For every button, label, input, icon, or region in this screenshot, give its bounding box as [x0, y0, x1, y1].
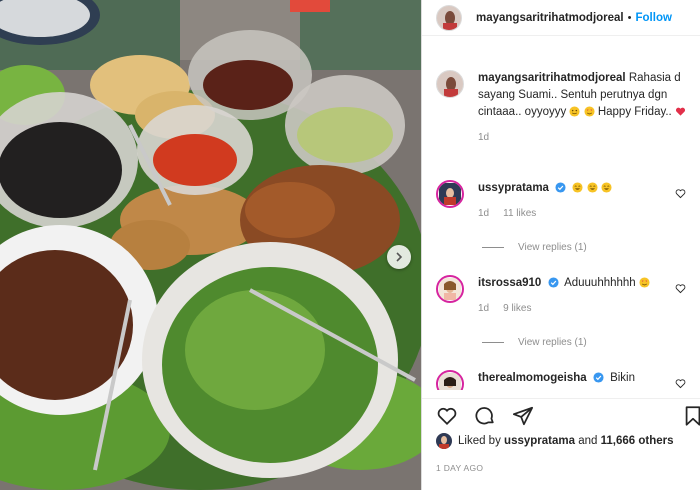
- likes-summary: Liked by ussypratama and 11,666 others: [436, 433, 696, 449]
- follow-button[interactable]: Follow: [636, 12, 672, 24]
- replies-divider: [482, 247, 504, 248]
- post-actions: [422, 398, 700, 432]
- comment-meta: 1d 9 likes: [478, 300, 690, 317]
- separator-dot: •: [627, 11, 632, 24]
- comment-username[interactable]: therealmomogeisha: [478, 372, 587, 384]
- commenter-avatar[interactable]: [436, 370, 464, 390]
- caption-time: 1d: [478, 132, 490, 143]
- verified-icon: [593, 372, 604, 389]
- bookmark-icon[interactable]: [682, 405, 700, 427]
- author-username[interactable]: mayangsaritrihatmodjoreal: [476, 12, 624, 24]
- post-photo[interactable]: [0, 0, 421, 490]
- caption-text-end: Happy Friday..: [597, 106, 672, 118]
- author-avatar[interactable]: [436, 4, 462, 31]
- comment-likes[interactable]: 9 likes: [503, 300, 531, 317]
- grin-emoji-icon: [601, 182, 612, 199]
- post-details-panel: mayangsaritrihatmodjoreal • Follow mayan…: [421, 0, 700, 490]
- like-comment-heart-icon[interactable]: [675, 188, 686, 199]
- like-comment-heart-icon[interactable]: [675, 283, 686, 294]
- comment-text: Aduuuhhhhhh: [564, 277, 636, 289]
- verified-icon: [547, 277, 559, 294]
- likes-user[interactable]: ussypratama: [504, 435, 575, 447]
- view-replies-label: View replies (1): [518, 242, 587, 253]
- caption-meta: 1d: [478, 129, 690, 146]
- replies-divider: [482, 342, 504, 343]
- post-time-ago[interactable]: 1 DAY AGO: [436, 463, 483, 473]
- caption-avatar[interactable]: [436, 70, 464, 98]
- comment-likes[interactable]: 11 likes: [503, 205, 536, 222]
- food-photo-image: [0, 0, 421, 490]
- comment-time: 1d: [478, 303, 490, 314]
- comment-time: 1d: [478, 208, 490, 219]
- view-replies-button[interactable]: View replies (1): [482, 242, 587, 253]
- red-heart-emoji-icon: [675, 106, 686, 123]
- grin-emoji-icon: [587, 182, 598, 199]
- comments-list[interactable]: mayangsaritrihatmodjoreal Rahasia d saya…: [422, 60, 700, 390]
- view-replies-button[interactable]: View replies (1): [482, 337, 587, 348]
- likes-count[interactable]: 11,666 others: [601, 435, 674, 447]
- likes-prefix: Liked by: [458, 435, 501, 447]
- share-icon[interactable]: [512, 405, 534, 427]
- liker-avatar: [436, 433, 452, 449]
- post-header: mayangsaritrihatmodjoreal • Follow: [422, 0, 700, 36]
- heart-icon[interactable]: [436, 405, 458, 427]
- heart-eyes-emoji-icon: [639, 277, 650, 294]
- likes-and: and: [578, 435, 598, 447]
- comment-username[interactable]: itsrossa910: [478, 277, 541, 289]
- commenter-avatar[interactable]: [436, 275, 464, 303]
- commenter-avatar[interactable]: [436, 180, 464, 208]
- verified-icon: [555, 182, 566, 199]
- heart-eyes-emoji-icon: [584, 106, 595, 123]
- comment-item: therealmomogeisha Bikin: [436, 370, 690, 390]
- next-arrow-icon: [396, 252, 403, 262]
- comment-item: itsrossa910 Aduuuhhhhhh 1d 9 likes: [436, 275, 690, 317]
- comment-body: therealmomogeisha Bikin: [478, 370, 690, 390]
- comment-body: ussypratama 1d 11 likes: [478, 180, 690, 222]
- grin-emoji-icon: [572, 182, 583, 199]
- caption-username[interactable]: mayangsaritrihatmodjoreal: [478, 72, 626, 84]
- caption-body: mayangsaritrihatmodjoreal Rahasia d saya…: [478, 70, 690, 146]
- slight-smile-emoji-icon: [569, 106, 580, 123]
- comment-item: ussypratama 1d 11 likes: [436, 180, 690, 222]
- view-replies-label: View replies (1): [518, 337, 587, 348]
- caption: mayangsaritrihatmodjoreal Rahasia d saya…: [436, 70, 690, 146]
- comment-body: itsrossa910 Aduuuhhhhhh 1d 9 likes: [478, 275, 690, 317]
- comment-username[interactable]: ussypratama: [478, 182, 549, 194]
- comment-icon[interactable]: [474, 405, 496, 427]
- like-comment-heart-icon[interactable]: [675, 378, 686, 389]
- comment-meta: 1d 11 likes: [478, 205, 690, 222]
- next-photo-button[interactable]: [387, 245, 411, 269]
- comment-text: Bikin: [610, 372, 635, 384]
